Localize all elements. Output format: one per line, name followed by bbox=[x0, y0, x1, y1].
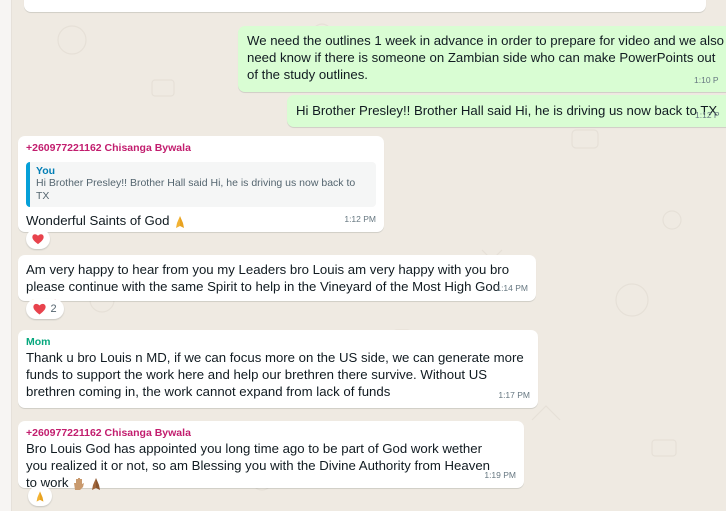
message-time: 1:17 PM bbox=[498, 390, 530, 400]
outgoing-message: Hi Brother Presley!! Brother Hall said H… bbox=[287, 95, 726, 127]
reaction-count: 2 bbox=[50, 303, 57, 315]
reaction-badge[interactable] bbox=[26, 229, 50, 249]
message-text: Am very happy to hear from you my Leader… bbox=[26, 262, 510, 294]
previous-message-bubble bbox=[24, 0, 706, 12]
heart-icon bbox=[32, 234, 44, 245]
quoted-text: Hi Brother Presley!! Brother Hall said H… bbox=[36, 177, 356, 202]
reaction-badge[interactable] bbox=[28, 486, 52, 506]
chat-list-edge bbox=[0, 0, 12, 511]
folded-hands-icon bbox=[36, 490, 44, 502]
quoted-sender: You bbox=[36, 165, 56, 177]
folded-hands-icon bbox=[91, 477, 100, 490]
reaction-badge[interactable]: 2 bbox=[26, 299, 64, 319]
message-time: 1:12 PM bbox=[344, 214, 376, 224]
message-text: Hi Brother Presley!! Brother Hall said H… bbox=[296, 103, 718, 118]
outgoing-message: We need the outlines 1 week in advance i… bbox=[238, 26, 726, 92]
incoming-message: +260977221162 Chisanga Bywala Bro Louis … bbox=[18, 421, 524, 491]
heart-icon bbox=[33, 303, 47, 315]
incoming-message: Am very happy to hear from you my Leader… bbox=[18, 255, 536, 311]
message-time: 1:10 P bbox=[694, 75, 719, 85]
sender-name: Mom bbox=[26, 336, 51, 348]
sender-name: +260977221162 Chisanga Bywala bbox=[26, 427, 191, 439]
message-text: Wonderful Saints of God bbox=[26, 213, 170, 228]
message-time: 1:14 PM bbox=[496, 283, 528, 293]
message-text: Thank u bro Louis n MD, if we can focus … bbox=[26, 350, 524, 399]
raised-hand-icon bbox=[74, 477, 85, 490]
message-text-container: Bro Louis God has appointed you long tim… bbox=[26, 440, 496, 491]
message-text-container: Am very happy to hear from you my Leader… bbox=[26, 261, 516, 312]
folded-hands-icon bbox=[176, 215, 185, 228]
quoted-message[interactable]: You Hi Brother Presley!! Brother Hall sa… bbox=[26, 162, 376, 207]
message-time: 1:19 PM bbox=[484, 470, 516, 480]
message-text: We need the outlines 1 week in advance i… bbox=[247, 33, 725, 82]
sender-name: +260977221162 Chisanga Bywala bbox=[26, 142, 191, 154]
message-time: 1:12 P bbox=[695, 110, 720, 120]
incoming-message: +260977221162 Chisanga Bywala You Hi Bro… bbox=[18, 136, 384, 232]
incoming-message: Mom Thank u bro Louis n MD, if we can fo… bbox=[18, 330, 538, 408]
